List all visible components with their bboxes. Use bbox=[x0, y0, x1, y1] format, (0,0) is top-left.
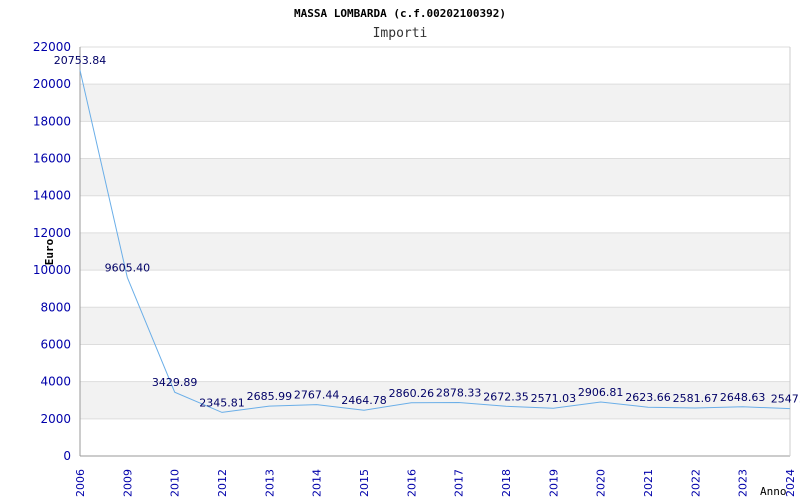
value-label: 2860.26 bbox=[389, 387, 435, 400]
value-label: 20753.84 bbox=[54, 54, 107, 67]
chart-svg: MASSA LOMBARDA (c.f.00202100392) Importi… bbox=[33, 7, 800, 498]
x-tick-label: 2020 bbox=[595, 469, 608, 497]
x-tick-label: 2019 bbox=[547, 469, 560, 497]
y-tick-label: 16000 bbox=[33, 152, 71, 166]
y-axis-label: Euro bbox=[43, 238, 56, 265]
value-label: 2767.44 bbox=[294, 389, 340, 402]
value-label: 2672.35 bbox=[483, 390, 529, 403]
x-tick-label: 2024 bbox=[784, 469, 797, 497]
x-tick-label: 2021 bbox=[642, 469, 655, 497]
x-tick-label: 2018 bbox=[500, 469, 513, 497]
value-label: 2648.63 bbox=[720, 391, 766, 404]
chart-title: MASSA LOMBARDA (c.f.00202100392) bbox=[294, 7, 506, 20]
y-tick-label: 4000 bbox=[40, 375, 71, 389]
x-tick-label: 2010 bbox=[169, 469, 182, 497]
value-label: 9605.40 bbox=[105, 261, 151, 274]
y-tick-label: 6000 bbox=[40, 337, 71, 351]
value-label: 2571.03 bbox=[531, 392, 577, 405]
value-label: 2345.81 bbox=[199, 396, 245, 409]
value-label: 2906.81 bbox=[578, 386, 624, 399]
x-tick-label: 2013 bbox=[263, 469, 276, 497]
grid-band bbox=[80, 307, 790, 345]
value-label: 2878.33 bbox=[436, 386, 482, 399]
x-tick-label: 2009 bbox=[121, 469, 134, 497]
value-label: 2547.1 bbox=[771, 393, 800, 406]
y-tick-label: 14000 bbox=[33, 189, 71, 203]
x-tick-labels: 2006 2009 2010 2012 2013 2014 2015 2016 2017 2018… bbox=[74, 469, 797, 497]
y-tick-label: 18000 bbox=[33, 114, 71, 128]
value-label: 2464.78 bbox=[341, 394, 387, 407]
x-tick-label: 2023 bbox=[737, 469, 750, 497]
grid-band bbox=[80, 232, 790, 271]
grid-band bbox=[80, 158, 790, 196]
x-tick-label: 2017 bbox=[453, 469, 466, 497]
y-tick-label: 8000 bbox=[40, 300, 71, 314]
x-tick-label: 2014 bbox=[311, 469, 324, 497]
x-tick-label: 2015 bbox=[358, 469, 371, 497]
value-label: 2623.66 bbox=[625, 391, 671, 404]
y-tick-label: 20000 bbox=[33, 77, 71, 91]
y-tick-label: 22000 bbox=[33, 40, 71, 54]
x-axis-label: Anno bbox=[760, 485, 787, 498]
y-tick-label: 2000 bbox=[40, 412, 71, 426]
value-label: 2581.67 bbox=[673, 392, 719, 405]
x-tick-label: 2016 bbox=[405, 469, 418, 497]
value-label: 2685.99 bbox=[247, 390, 293, 403]
chart-subtitle: Importi bbox=[373, 26, 428, 41]
x-tick-label: 2006 bbox=[74, 469, 87, 497]
value-label: 3429.89 bbox=[152, 376, 198, 389]
y-tick-label: 10000 bbox=[33, 263, 71, 277]
y-tick-label: 0 bbox=[63, 449, 71, 463]
x-tick-label: 2022 bbox=[689, 469, 702, 497]
grid-bands bbox=[80, 84, 790, 419]
x-tick-label: 2012 bbox=[216, 469, 229, 497]
grid-band bbox=[80, 84, 790, 122]
y-tick-label: 12000 bbox=[33, 226, 71, 240]
